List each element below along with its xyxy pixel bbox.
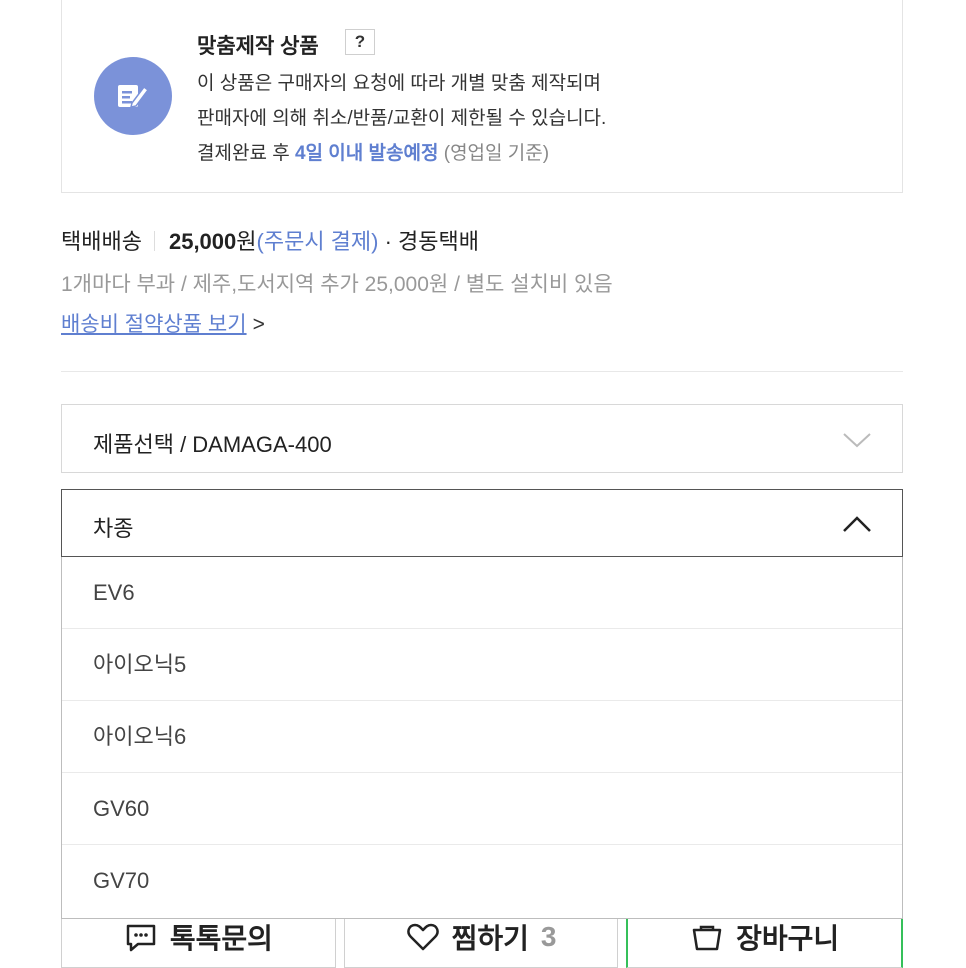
wish-label: 찜하기 (451, 923, 529, 954)
car-type-select[interactable]: 차종 (61, 489, 903, 557)
shipping-carrier: · 경동택배 (384, 229, 480, 254)
custom-made-desc-3: 결제완료 후 4일 이내 발송예정 (영업일 기준) (197, 138, 549, 165)
shipping-saving-link[interactable]: 배송비 절약상품 보기 (61, 313, 247, 336)
help-button[interactable]: ? (345, 29, 375, 55)
shipping-saving-link-row: 배송비 절약상품 보기 > (61, 308, 265, 338)
shipping-price: 25,000 (168, 229, 237, 254)
dispatch-period: 4일 이내 발송예정 (294, 143, 439, 164)
cart-label: 장바구니 (736, 923, 840, 954)
chevron-right-icon: > (252, 313, 265, 336)
dispatch-prefix: 결제완료 후 (197, 143, 295, 164)
shipping-method: 택배배송 (61, 229, 142, 254)
shipping-currency: 원 (236, 229, 257, 254)
car-option-ioniq6[interactable]: 아이오닉6 (62, 701, 902, 773)
dispatch-suffix: (영업일 기준) (438, 143, 550, 164)
chevron-down-icon (843, 433, 871, 448)
car-option-gv60[interactable]: GV60 (62, 773, 902, 845)
product-select-label: 제품선택 / DAMAGA-400 (93, 432, 332, 457)
heart-icon (406, 923, 439, 951)
custom-made-desc-2: 판매자에 의해 취소/반품/교환이 제한될 수 있습니다. (197, 108, 607, 129)
divider (61, 371, 903, 372)
shipping-info: 택배배송 25,000원(주문시 결제) · 경동택배 (61, 224, 479, 256)
custom-made-title: 맞춤제작 상품 (197, 35, 319, 58)
car-type-dropdown: EV6 아이오닉5 아이오닉6 GV60 GV70 (61, 557, 903, 919)
wish-count: 3 (540, 921, 557, 952)
talk-inquiry-label: 톡톡문의 (169, 923, 273, 954)
custom-made-notice: 맞춤제작 상품 ? 이 상품은 구매자의 요청에 따라 개별 맞춤 제작되며 판… (61, 0, 903, 193)
custom-made-desc-1: 이 상품은 구매자의 요청에 따라 개별 맞춤 제작되며 (197, 73, 602, 94)
chevron-up-icon (843, 516, 871, 532)
car-option-gv70[interactable]: GV70 (62, 845, 902, 917)
shipping-payment: (주문시 결제) (256, 229, 379, 254)
cart-icon (692, 925, 722, 951)
car-option-ioniq5[interactable]: 아이오닉5 (62, 629, 902, 701)
car-type-select-label: 차종 (93, 516, 134, 541)
edit-note-icon (94, 57, 172, 135)
product-select[interactable]: 제품선택 / DAMAGA-400 (61, 404, 903, 473)
chat-bubble-icon (126, 924, 156, 952)
car-option-ev6[interactable]: EV6 (62, 557, 902, 629)
separator (153, 231, 155, 251)
shipping-note: 1개마다 부과 / 제주,도서지역 추가 25,000원 / 별도 설치비 있음 (61, 273, 613, 296)
